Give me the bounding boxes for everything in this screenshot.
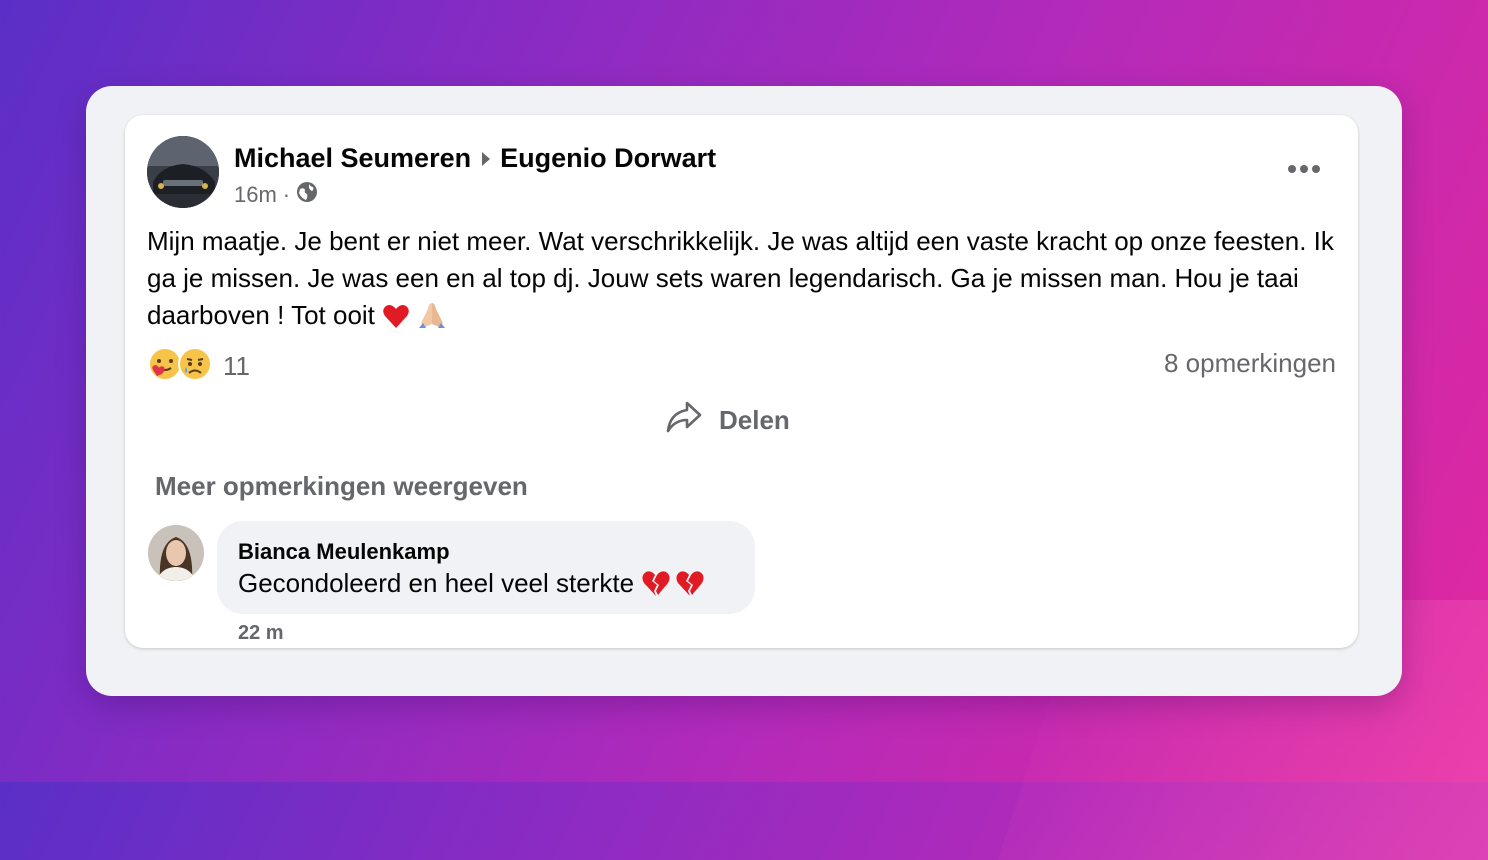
post-card: Michael Seumeren Eugenio Dorwart 16m · M… [125, 115, 1358, 648]
broken-heart-emoji [641, 569, 671, 604]
target-name[interactable]: Eugenio Dorwart [500, 143, 716, 174]
comments-count[interactable]: 8 opmerkingen [1164, 348, 1336, 379]
post-body: Mijn maatje. Je bent er niet meer. Wat v… [147, 223, 1337, 339]
post-text: Mijn maatje. Je bent er niet meer. Wat v… [147, 226, 1334, 330]
folded-hands-emoji [417, 301, 447, 339]
red-heart-emoji [382, 302, 410, 339]
share-label: Delen [719, 404, 790, 435]
sad-emoji [177, 346, 213, 387]
share-button[interactable]: Delen [665, 398, 790, 442]
comment-body: Gecondoleerd en heel veel sterkte [238, 568, 705, 604]
more-options-button[interactable] [1275, 151, 1333, 187]
reaction-count: 11 [223, 351, 250, 381]
reactions-summary[interactable]: 11 [147, 346, 250, 387]
share-icon [665, 400, 703, 441]
comment-avatar[interactable] [148, 525, 204, 581]
globe-icon[interactable] [296, 181, 318, 209]
post-time[interactable]: 16m [234, 182, 277, 208]
post-header-names: Michael Seumeren Eugenio Dorwart [234, 143, 716, 174]
comment-author[interactable]: Bianca Meulenkamp [238, 539, 450, 565]
meta-separator: · [282, 182, 291, 207]
comment-time[interactable]: 22 m [238, 622, 284, 645]
more-dots-icon [1288, 165, 1320, 173]
caret-right-icon [481, 143, 491, 174]
author-name[interactable]: Michael Seumeren [234, 143, 471, 174]
more-comments-link[interactable]: Meer opmerkingen weergeven [155, 471, 528, 502]
comment-bubble: Bianca Meulenkamp Gecondoleerd en heel v… [217, 521, 755, 614]
broken-heart-emoji [675, 569, 705, 604]
comment-text: Gecondoleerd en heel veel sterkte [238, 568, 635, 598]
post-meta: 16m · [234, 181, 318, 209]
author-avatar[interactable] [147, 136, 219, 208]
